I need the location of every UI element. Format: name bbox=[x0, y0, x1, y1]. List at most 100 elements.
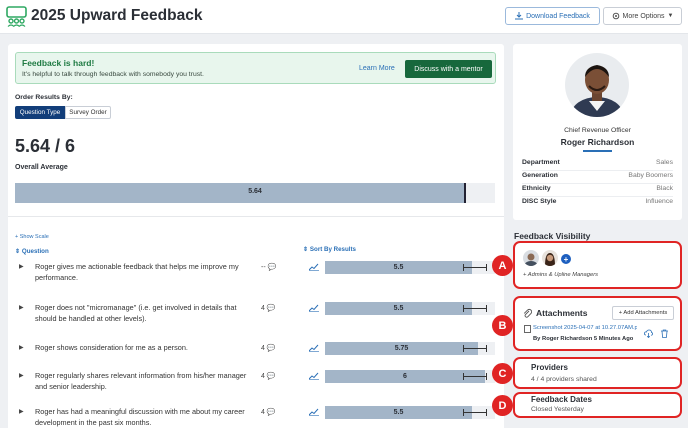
overall-average-value: 5.64 bbox=[248, 188, 262, 195]
attachments-title: Attachments bbox=[536, 308, 588, 318]
callout-marker-b: B bbox=[492, 315, 513, 336]
order-results-label: Order Results By: bbox=[15, 94, 73, 101]
comment-icon: 💬 bbox=[266, 305, 276, 312]
download-feedback-button[interactable]: Download Feedback bbox=[505, 7, 600, 25]
question-row[interactable]: ▶ Roger does not "micromanage" (i.e. get … bbox=[8, 302, 504, 336]
alert-title: Feedback is hard! bbox=[22, 58, 95, 68]
trend-chart-icon[interactable] bbox=[309, 408, 319, 416]
feedback-dates-box[interactable]: Feedback Dates Closed Yesterday bbox=[513, 392, 682, 418]
result-value: 6 bbox=[403, 373, 407, 380]
viewer-avatar[interactable] bbox=[542, 250, 558, 266]
comment-count-value: 4 bbox=[261, 345, 265, 352]
trend-chart-icon[interactable] bbox=[309, 372, 319, 380]
expand-caret-icon[interactable]: ▶ bbox=[19, 372, 24, 379]
attribute-value: Sales bbox=[655, 159, 673, 166]
attachment-file-link[interactable]: Screenshot 2025-04-07 at 10.27.07AM.png bbox=[533, 325, 637, 331]
result-value: 5.75 bbox=[394, 345, 409, 352]
order-question-type-button[interactable]: Question Type bbox=[15, 106, 65, 119]
expand-caret-icon[interactable]: ▶ bbox=[19, 263, 24, 270]
trend-chart-icon[interactable] bbox=[309, 344, 319, 352]
question-row[interactable]: ▶ Roger gives me actionable feedback that… bbox=[8, 261, 504, 295]
comment-count[interactable]: 4 💬 bbox=[261, 304, 276, 312]
profile-name: Roger Richardson bbox=[560, 137, 635, 147]
overall-average-label: Overall Average bbox=[15, 164, 68, 171]
trend-chart-icon[interactable] bbox=[309, 263, 319, 271]
question-text: Roger has had a meaningful discussion wi… bbox=[35, 407, 245, 427]
question-header-label: Question bbox=[21, 248, 49, 255]
feedback-visibility-box: + + Admins & Upline Managers bbox=[513, 241, 682, 289]
comment-count-value: 4 bbox=[261, 373, 265, 380]
expand-caret-icon[interactable]: ▶ bbox=[19, 304, 24, 311]
comment-count[interactable]: 4 💬 bbox=[261, 372, 276, 380]
comment-count-value: 4 bbox=[261, 409, 265, 416]
show-scale-link[interactable]: + Show Scale bbox=[15, 234, 49, 240]
callout-marker-d: D bbox=[492, 395, 513, 416]
add-attachments-button[interactable]: + Add Attachments bbox=[612, 306, 674, 320]
result-value: 5.5 bbox=[393, 409, 404, 416]
result-bar: 5.5 bbox=[325, 406, 495, 419]
question-row[interactable]: ▶ Roger has had a meaningful discussion w… bbox=[8, 406, 504, 428]
feedback-dates-title: Feedback Dates bbox=[531, 395, 592, 404]
learn-more-link[interactable]: Learn More bbox=[359, 65, 395, 72]
comment-icon: 💬 bbox=[266, 345, 276, 352]
providers-subtitle: 4 / 4 providers shared bbox=[531, 376, 597, 383]
name-underline bbox=[583, 150, 612, 152]
alert-text: It's helpful to talk through feedback wi… bbox=[22, 71, 204, 78]
page-title: 2025 Upward Feedback bbox=[31, 7, 203, 24]
providers-title: Providers bbox=[531, 363, 568, 372]
comment-count[interactable]: 4 💬 bbox=[261, 344, 276, 352]
comment-icon: 💬 bbox=[266, 373, 276, 380]
more-options-label: More Options bbox=[622, 12, 665, 20]
comment-count[interactable]: 4 💬 bbox=[261, 408, 276, 416]
attachments-box: Attachments + Add Attachments Screenshot… bbox=[513, 296, 682, 351]
callout-marker-a: A bbox=[492, 255, 513, 276]
question-column-header[interactable]: ⇕ Question bbox=[15, 248, 49, 255]
comment-count-value: 4 bbox=[261, 305, 265, 312]
question-row[interactable]: ▶ Roger regularly shares relevant informa… bbox=[8, 370, 504, 404]
divider bbox=[8, 216, 504, 217]
attribute-value: Influence bbox=[645, 198, 673, 205]
feedback-dates-subtitle: Closed Yesterday bbox=[531, 406, 584, 413]
profile-card: Chief Revenue Officer Roger Richardson D… bbox=[513, 44, 682, 220]
attribute-generation: Generation Baby Boomers bbox=[522, 170, 673, 184]
file-icon bbox=[524, 325, 531, 333]
results-panel: Feedback is hard! It's helpful to talk t… bbox=[8, 44, 504, 428]
viewer-avatar[interactable] bbox=[523, 250, 539, 266]
result-value: 5.5 bbox=[393, 264, 404, 271]
expand-caret-icon[interactable]: ▶ bbox=[19, 408, 24, 415]
overall-score: 5.64 / 6 bbox=[15, 136, 76, 156]
result-bar: 5.75 bbox=[325, 342, 495, 355]
attachment-uploader: By Roger Richardson 5 Minutes Ago bbox=[533, 336, 634, 342]
sort-by-results-header[interactable]: ⇕ Sort By Results bbox=[303, 246, 356, 253]
comment-icon: 💬 bbox=[267, 264, 277, 271]
result-range-whisker bbox=[463, 373, 487, 380]
paperclip-icon bbox=[523, 308, 532, 318]
comment-count[interactable]: -- 💬 bbox=[261, 263, 276, 271]
feedback-visibility-title: Feedback Visibility bbox=[514, 231, 591, 241]
discuss-with-mentor-button[interactable]: Discuss with a mentor bbox=[405, 60, 492, 78]
cloud-download-icon[interactable] bbox=[644, 329, 653, 338]
expand-caret-icon[interactable]: ▶ bbox=[19, 344, 24, 351]
attribute-department: Department Sales bbox=[522, 157, 673, 171]
sort-icon: ⇕ bbox=[303, 246, 309, 253]
comment-count-value: -- bbox=[261, 264, 266, 271]
callout-marker-c: C bbox=[492, 363, 513, 384]
download-feedback-label: Download Feedback bbox=[526, 12, 590, 20]
chevron-down-icon: ▼ bbox=[667, 13, 674, 19]
sort-by-results-label: Sort By Results bbox=[309, 246, 356, 253]
trend-chart-icon[interactable] bbox=[309, 304, 319, 312]
result-bar: 6 bbox=[325, 370, 495, 383]
result-range-whisker bbox=[463, 264, 487, 271]
attribute-key: Generation bbox=[522, 172, 558, 179]
add-viewer-icon[interactable]: + bbox=[561, 254, 571, 264]
question-text: Roger does not "micromanage" (i.e. get i… bbox=[35, 303, 237, 323]
attribute-key: Department bbox=[522, 159, 560, 166]
profile-role: Chief Revenue Officer bbox=[564, 127, 631, 134]
more-options-button[interactable]: More Options ▼ bbox=[603, 7, 682, 25]
result-value: 5.5 bbox=[393, 305, 404, 312]
order-survey-order-button[interactable]: Survey Order bbox=[65, 106, 111, 119]
providers-box[interactable]: Providers 4 / 4 providers shared bbox=[513, 357, 682, 389]
trash-icon[interactable] bbox=[660, 329, 669, 338]
comment-icon: 💬 bbox=[266, 409, 276, 416]
download-icon bbox=[515, 12, 524, 20]
